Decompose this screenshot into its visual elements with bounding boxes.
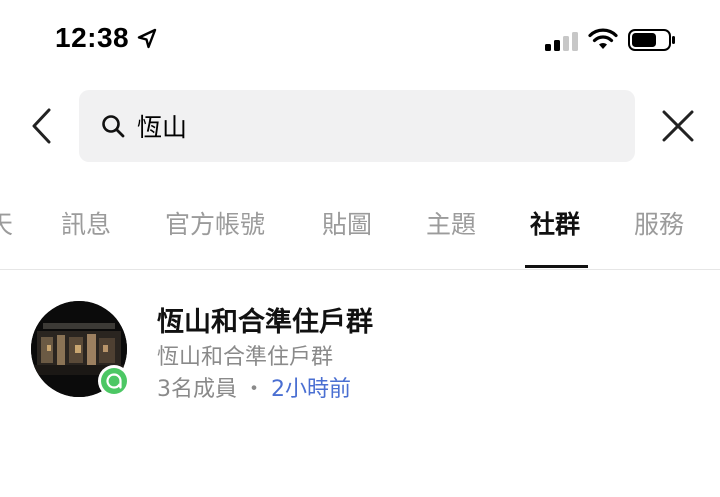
tab-official-accounts[interactable]: 官方帳號: [165, 205, 265, 241]
status-time: 12:38: [55, 22, 130, 53]
battery-icon: [628, 29, 675, 51]
search-box[interactable]: [79, 90, 635, 162]
search-input[interactable]: [137, 104, 607, 148]
openchat-badge-icon: [98, 365, 130, 397]
member-count: 3名成員: [157, 377, 237, 402]
community-description: 恆山和合準住戶群: [157, 345, 334, 370]
tab-themes[interactable]: 主題: [426, 205, 476, 241]
location-arrow-icon: [137, 28, 157, 49]
community-meta: 3名成員・ 2小時前: [157, 371, 351, 403]
active-tab-indicator: [525, 265, 588, 268]
tab-chat-partial[interactable]: 天: [0, 205, 13, 241]
search-icon: [102, 115, 125, 138]
last-active-time: 2小時前: [271, 377, 352, 402]
community-result-item[interactable]: 恆山和合準住戶群 恆山和合準住戶群 3名成員・ 2小時前: [0, 290, 720, 410]
community-name: 恆山和合準住戶群: [157, 307, 373, 338]
tab-services[interactable]: 服務: [634, 205, 684, 241]
meta-separator: ・: [243, 377, 266, 402]
cellular-signal-icon: [545, 32, 578, 51]
tab-communities[interactable]: 社群: [530, 205, 580, 241]
wifi-icon: [588, 28, 618, 49]
search-category-tabs: 天 訊息 官方帳號 貼圖 主題 社群 服務: [0, 190, 720, 270]
tab-messages[interactable]: 訊息: [61, 205, 111, 241]
back-button[interactable]: [22, 104, 62, 148]
clear-search-button[interactable]: [660, 108, 696, 144]
tab-stickers[interactable]: 貼圖: [322, 205, 372, 241]
status-bar: 12:38: [0, 0, 720, 80]
